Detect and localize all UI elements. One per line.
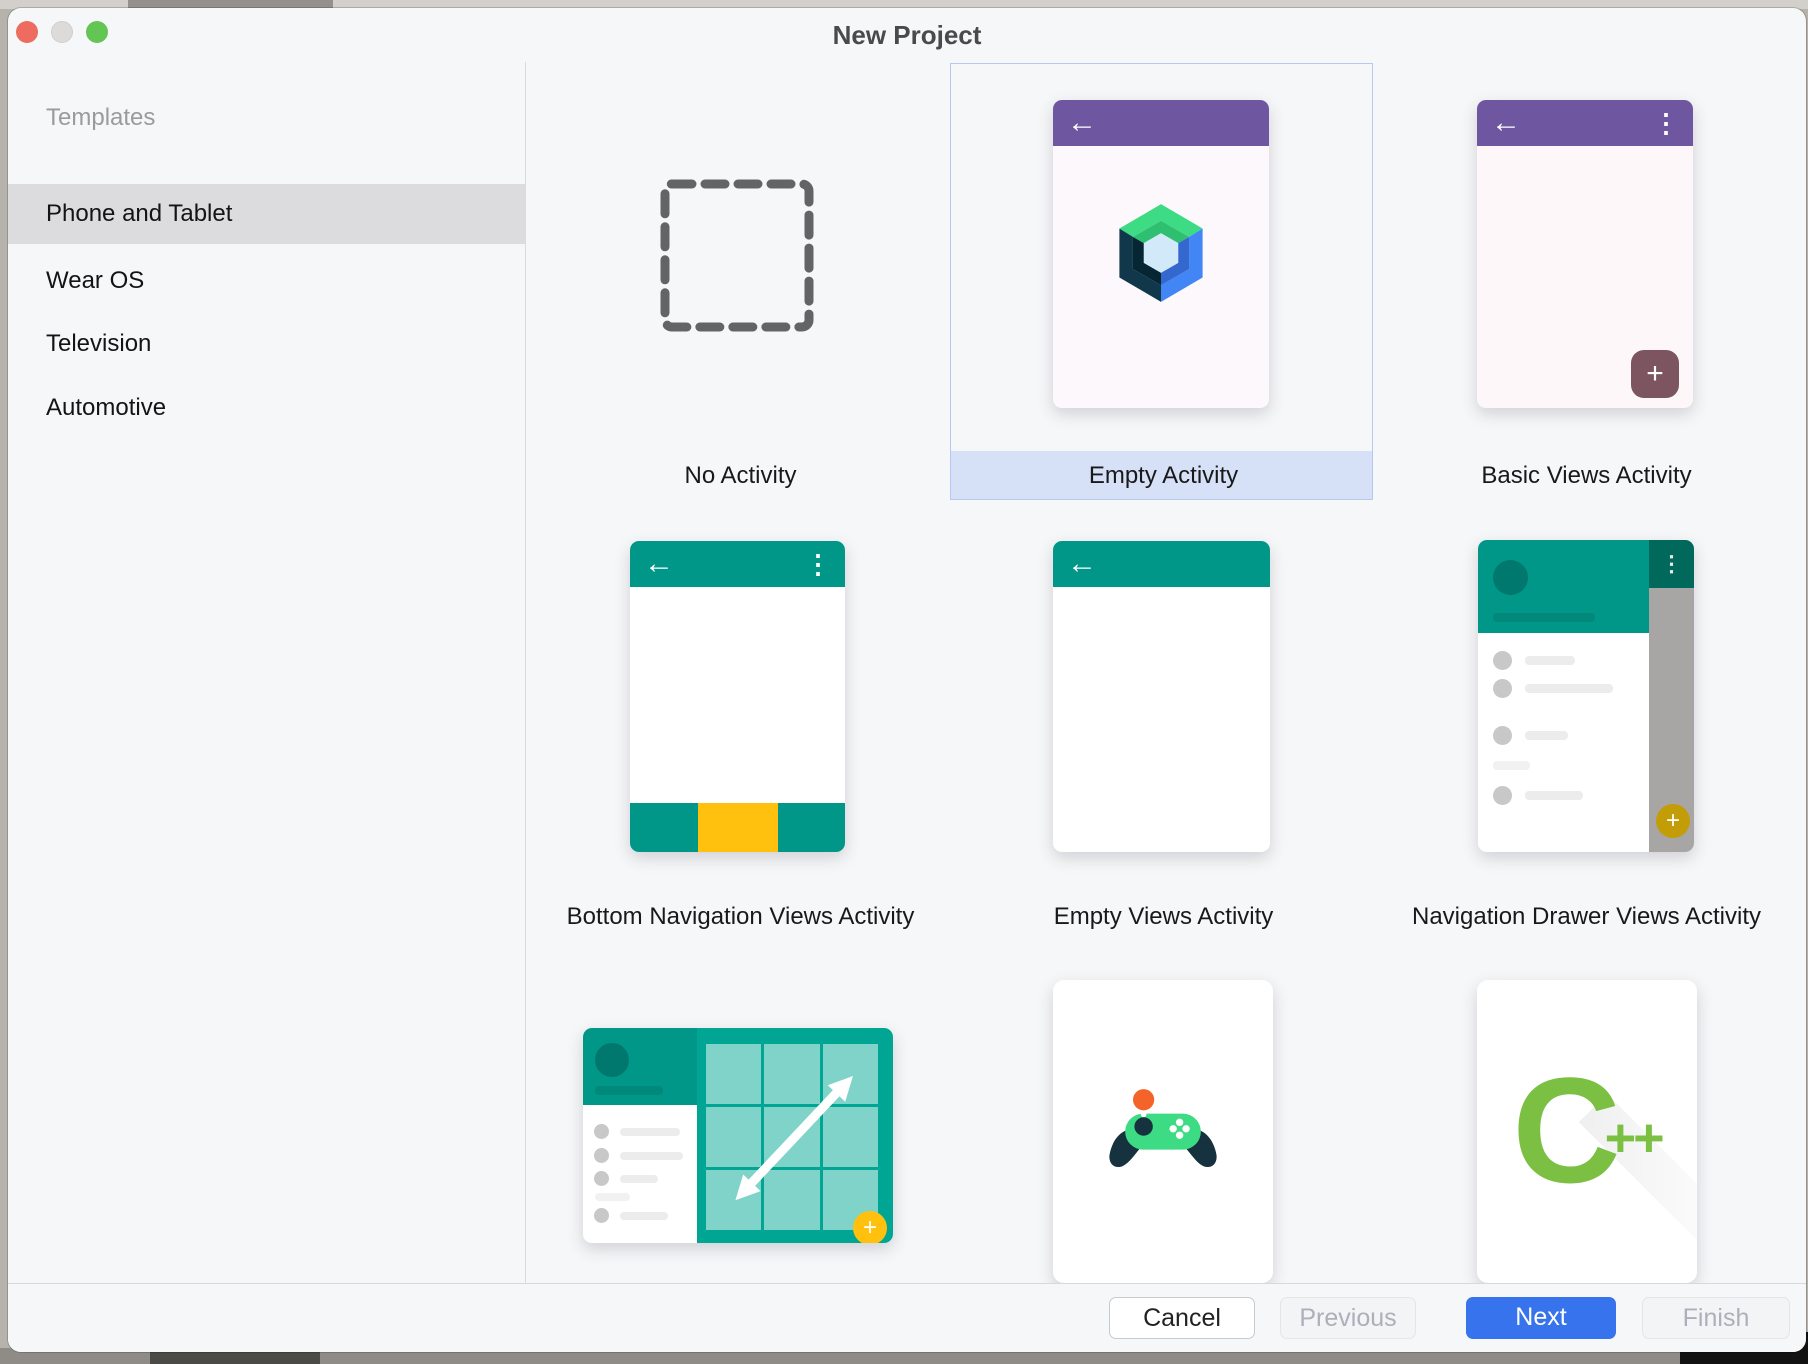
list-bullet <box>1493 786 1512 805</box>
list-line <box>1525 656 1575 665</box>
back-arrow-icon: ← <box>1067 108 1097 138</box>
minimize-button[interactable] <box>51 21 73 43</box>
plus-icon: + <box>1646 357 1664 391</box>
close-button[interactable] <box>16 21 38 43</box>
zoom-button[interactable] <box>86 21 108 43</box>
title-bar: New Project <box>8 8 1806 62</box>
finish-button[interactable]: Finish <box>1642 1297 1790 1339</box>
drawer-title-placeholder <box>595 1086 663 1095</box>
template-label-no-activity[interactable]: No Activity <box>529 452 952 500</box>
mock-app-bar: ← ⋮ <box>1477 100 1693 146</box>
cancel-button[interactable]: Cancel <box>1109 1297 1255 1339</box>
resize-diagonal-arrow-icon <box>697 1028 893 1243</box>
screenshot-stage: New Project Templates Phone and Tablet W… <box>0 0 1808 1364</box>
fab-plus-button: + <box>1631 350 1679 398</box>
list-bullet <box>594 1171 609 1186</box>
list-line <box>620 1128 680 1136</box>
template-card-native-cpp[interactable]: C ++ <box>1477 980 1697 1283</box>
mock-app-bar: ← ⋮ <box>630 541 845 587</box>
list-line <box>620 1175 658 1183</box>
drawer-title-placeholder <box>1493 613 1595 622</box>
back-arrow-icon: ← <box>1067 549 1097 579</box>
mock-toolbar-behind-drawer: ⋮ <box>1649 540 1694 588</box>
jetpack-compose-logo-icon <box>1109 201 1213 305</box>
template-label-bottom-navigation-views-activity[interactable]: Bottom Navigation Views Activity <box>529 893 952 941</box>
mock-drawer-header <box>583 1028 697 1105</box>
list-line <box>1525 731 1568 740</box>
template-card-adaptive-tablet[interactable]: + <box>583 1028 893 1243</box>
previous-button[interactable]: Previous <box>1280 1297 1416 1339</box>
mock-drawer-header <box>1478 540 1649 633</box>
list-line <box>1525 684 1613 693</box>
back-arrow-icon: ← <box>644 549 674 579</box>
mock-detail-grid-area <box>697 1028 893 1243</box>
back-arrow-icon: ← <box>1491 108 1521 138</box>
dashed-square-icon <box>659 178 815 333</box>
template-label-empty-activity[interactable]: Empty Activity <box>952 452 1375 500</box>
kebab-menu-icon: ⋮ <box>1661 551 1683 577</box>
dialog-footer: Cancel Previous Next Finish <box>8 1283 1806 1352</box>
list-bullet <box>594 1208 609 1223</box>
new-project-dialog: New Project Templates Phone and Tablet W… <box>8 8 1806 1352</box>
list-bullet <box>1493 726 1512 745</box>
plus-icon: + <box>863 1214 877 1242</box>
sidebar-item-phone-and-tablet[interactable]: Phone and Tablet <box>8 184 525 244</box>
mock-bottom-nav-bar <box>630 803 845 852</box>
sidebar-item-wear-os[interactable]: Wear OS <box>8 251 525 311</box>
list-line <box>620 1212 668 1220</box>
templates-header: Templates <box>46 104 155 134</box>
template-card-no-activity[interactable] <box>659 178 815 333</box>
fab-plus-button: + <box>1656 804 1690 838</box>
mock-drawer-panel <box>1478 540 1649 852</box>
template-card-navigation-drawer-views-activity[interactable]: ⋮ + <box>1478 540 1694 852</box>
list-bullet <box>1493 651 1512 670</box>
list-section-line <box>595 1193 630 1201</box>
list-line <box>1525 791 1583 800</box>
game-controller-icon <box>1103 1085 1223 1180</box>
template-label-basic-views-activity[interactable]: Basic Views Activity <box>1375 452 1798 500</box>
plus-icon: + <box>1666 807 1680 835</box>
list-bullet <box>594 1148 609 1163</box>
template-label-navigation-drawer-views-activity[interactable]: Navigation Drawer Views Activity <box>1375 893 1798 941</box>
avatar-circle <box>595 1043 629 1077</box>
list-bullet <box>1493 679 1512 698</box>
mock-drawer-panel <box>583 1028 697 1243</box>
template-card-game-activity[interactable] <box>1053 980 1273 1283</box>
list-bullet <box>594 1124 609 1139</box>
mock-app-bar: ← <box>1053 100 1269 146</box>
kebab-menu-icon: ⋮ <box>805 551 831 577</box>
desktop-object <box>150 1352 320 1364</box>
fab-plus-button: + <box>853 1211 887 1243</box>
list-section-line <box>1493 761 1530 770</box>
kebab-menu-icon: ⋮ <box>1653 110 1679 136</box>
dialog-title: New Project <box>8 8 1806 62</box>
avatar-circle <box>1493 560 1528 595</box>
template-card-empty-views-activity[interactable]: ← <box>1053 541 1270 852</box>
template-card-empty-activity[interactable]: ← <box>1053 100 1269 408</box>
mock-app-bar: ← <box>1053 541 1270 587</box>
sidebar-item-television[interactable]: Television <box>8 314 525 374</box>
sidebar-item-automotive[interactable]: Automotive <box>8 378 525 438</box>
template-card-bottom-navigation-views-activity[interactable]: ← ⋮ <box>630 541 845 852</box>
cpp-logo-icon: C ++ <box>1477 1040 1697 1220</box>
cpp-plus-plus: ++ <box>1605 1107 1662 1169</box>
next-button[interactable]: Next <box>1466 1297 1616 1339</box>
template-label-empty-views-activity[interactable]: Empty Views Activity <box>952 893 1375 941</box>
template-card-basic-views-activity[interactable]: ← ⋮ + <box>1477 100 1693 408</box>
list-line <box>620 1152 683 1160</box>
mock-bottom-nav-selected-tab <box>698 803 778 852</box>
sidebar-divider <box>525 62 526 1283</box>
